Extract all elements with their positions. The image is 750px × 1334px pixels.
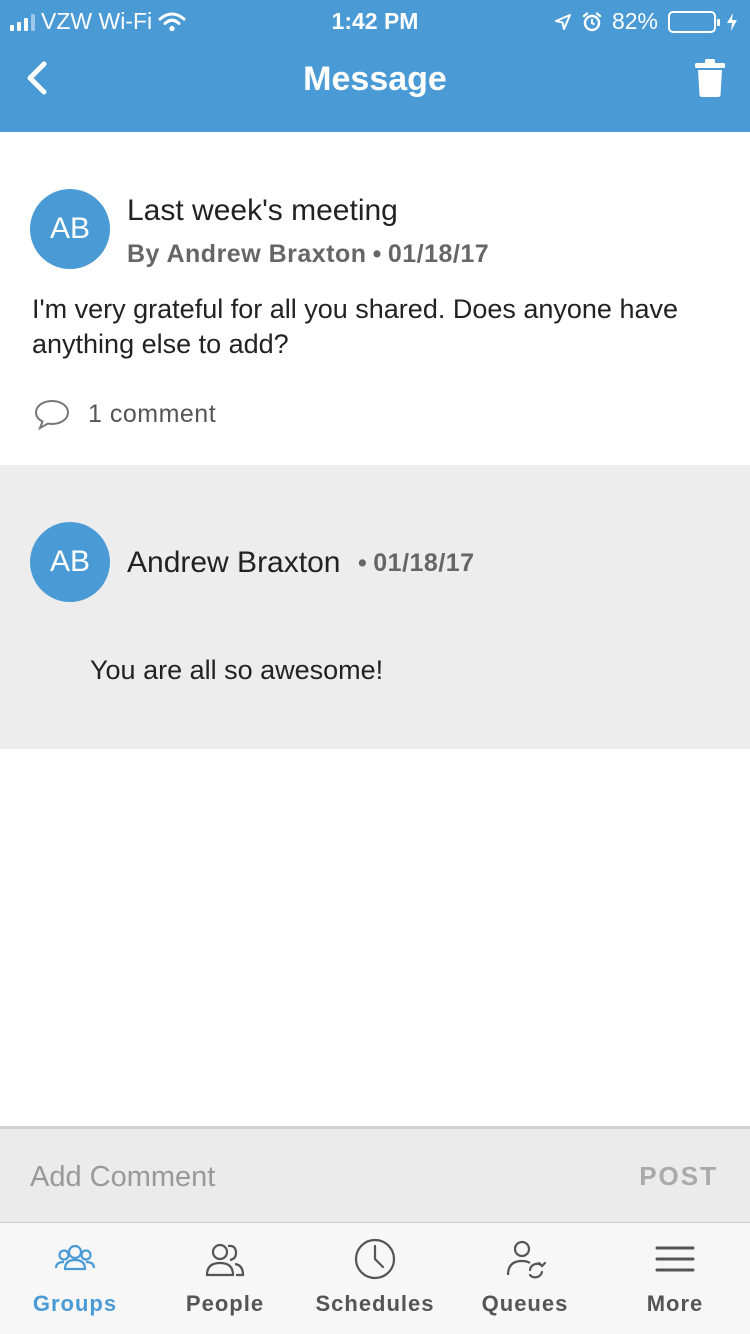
- status-bar: VZW Wi-Fi 1:42 PM 82%: [0, 0, 750, 40]
- meta-separator: •: [372, 240, 382, 268]
- menu-icon: [655, 1246, 695, 1272]
- comment-count: 1 comment: [88, 399, 217, 428]
- battery-percent: 82%: [611, 8, 658, 34]
- comment-author: Andrew Braxton: [127, 546, 341, 579]
- message-body: I'm very grateful for all you shared. Do…: [32, 294, 678, 359]
- queues-icon: [506, 1240, 547, 1279]
- people-icon: [205, 1243, 245, 1277]
- post-author: By Andrew Braxton: [127, 240, 367, 268]
- comment-text: You are all so awesome!: [90, 655, 384, 685]
- alarm-icon: [582, 11, 602, 31]
- top-bar: VZW Wi-Fi 1:42 PM 82% Message: [0, 0, 750, 132]
- tab-label: More: [646, 1291, 704, 1316]
- groups-icon: [54, 1244, 96, 1271]
- meta-separator: •: [358, 549, 368, 577]
- message-post: AB Last week's meeting By Andrew Braxton…: [0, 132, 750, 465]
- tab-label: Groups: [32, 1291, 118, 1316]
- tab-people[interactable]: People: [150, 1223, 300, 1334]
- tab-label: Queues: [481, 1291, 569, 1316]
- tab-label: Schedules: [315, 1291, 435, 1316]
- add-comment-bar: POST: [0, 1126, 750, 1222]
- location-arrow-icon: [554, 13, 571, 30]
- page-title: Message: [303, 60, 447, 98]
- trash-icon: [695, 59, 725, 97]
- delete-button[interactable]: [694, 58, 726, 98]
- tab-queues[interactable]: Queues: [450, 1223, 600, 1334]
- post-meta: By Andrew Braxton • 01/18/17: [127, 240, 489, 269]
- post-date: 01/18/17: [387, 240, 490, 268]
- battery-icon: [668, 10, 720, 33]
- avatar: AB: [30, 522, 110, 602]
- comment-count-link[interactable]: 1 comment: [34, 398, 216, 430]
- tab-bar: Groups People Schedules Queues More: [0, 1222, 750, 1334]
- comment-date: 01/18/17: [373, 549, 475, 577]
- speech-bubble-icon: [34, 399, 70, 430]
- comment-item: AB Andrew Braxton • 01/18/17 You are all …: [0, 465, 750, 749]
- post-button[interactable]: POST: [639, 1161, 718, 1192]
- tab-groups[interactable]: Groups: [0, 1223, 150, 1334]
- clock-icon: [354, 1238, 396, 1280]
- charging-bolt-icon: [727, 12, 737, 31]
- add-comment-input[interactable]: [30, 1155, 590, 1199]
- tab-schedules[interactable]: Schedules: [300, 1223, 450, 1334]
- comment-meta: • 01/18/17: [358, 549, 475, 578]
- message-subject: Last week's meeting: [127, 194, 398, 227]
- avatar: AB: [30, 189, 110, 269]
- nav-bar: Message: [0, 40, 750, 132]
- tab-label: People: [185, 1291, 265, 1316]
- tab-more[interactable]: More: [600, 1223, 750, 1334]
